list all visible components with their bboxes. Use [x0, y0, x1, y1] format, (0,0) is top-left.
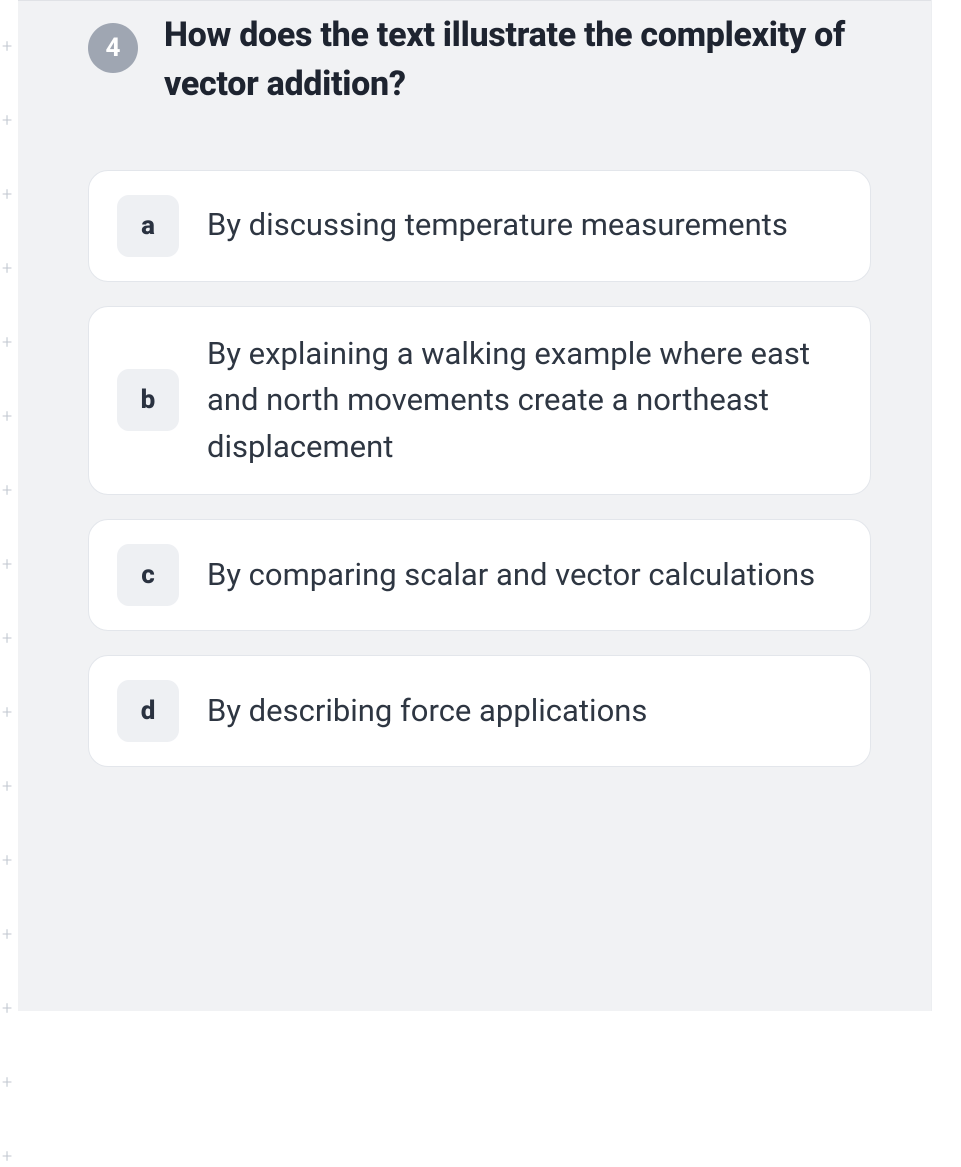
option-d[interactable]: d By describing force applications	[88, 655, 871, 767]
plus-icon: +	[0, 38, 18, 56]
option-c[interactable]: c By comparing scalar and vector calcula…	[88, 519, 871, 631]
plus-icon: +	[0, 778, 18, 796]
options-list: a By discussing temperature measurements…	[88, 170, 871, 768]
plus-icon: +	[0, 408, 18, 426]
plus-icon: +	[0, 334, 18, 352]
main-panel: 4 How does the text illustrate the compl…	[18, 0, 931, 1011]
plus-icon: +	[0, 926, 18, 944]
option-text: By describing force applications	[207, 688, 647, 735]
option-text: By discussing temperature measurements	[207, 202, 788, 249]
option-letter: a	[117, 195, 179, 257]
plus-icon: +	[0, 1148, 18, 1166]
right-rail	[931, 0, 961, 1011]
left-rail: ++++++++++++++++	[0, 0, 18, 1011]
question-text: How does the text illustrate the complex…	[164, 11, 871, 110]
question-block: 4 How does the text illustrate the compl…	[18, 1, 931, 767]
plus-icon: +	[0, 186, 18, 204]
plus-icon: +	[0, 1000, 18, 1018]
plus-icon: +	[0, 704, 18, 722]
plus-icon: +	[0, 852, 18, 870]
option-text: By explaining a walking example where ea…	[207, 331, 842, 471]
option-letter: c	[117, 544, 179, 606]
plus-icon: +	[0, 556, 18, 574]
plus-icon: +	[0, 260, 18, 278]
option-text: By comparing scalar and vector calculati…	[207, 552, 815, 599]
plus-icon: +	[0, 482, 18, 500]
plus-icon: +	[0, 1074, 18, 1092]
option-letter: d	[117, 680, 179, 742]
question-header: 4 How does the text illustrate the compl…	[88, 11, 871, 110]
plus-icon: +	[0, 630, 18, 648]
plus-icon: +	[0, 112, 18, 130]
option-letter: b	[117, 369, 179, 431]
option-b[interactable]: b By explaining a walking example where …	[88, 306, 871, 496]
option-a[interactable]: a By discussing temperature measurements	[88, 170, 871, 282]
question-number-badge: 4	[88, 23, 138, 73]
